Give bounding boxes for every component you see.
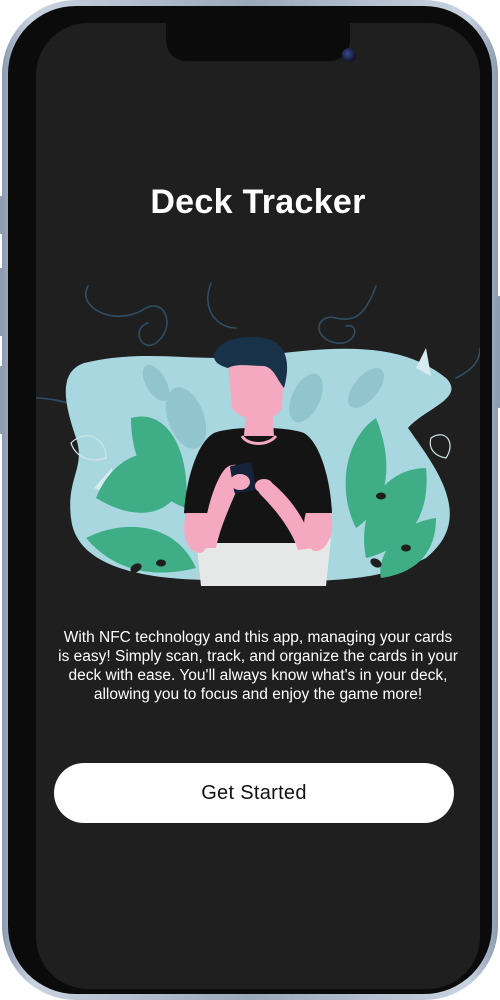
phone-bezel: Deck Tracker With NFC technology and thi…	[8, 6, 492, 994]
notch	[166, 23, 356, 62]
onboarding-description: With NFC technology and this app, managi…	[58, 629, 458, 703]
app-title: Deck Tracker	[150, 183, 366, 221]
volume-down-button	[0, 366, 4, 434]
front-camera-icon	[342, 48, 356, 62]
person-holding-card-illustration	[36, 282, 480, 586]
get-started-button[interactable]: Get Started	[54, 763, 454, 823]
action-button	[0, 196, 4, 234]
app-screen: Deck Tracker With NFC technology and thi…	[36, 23, 480, 989]
power-button	[496, 296, 500, 408]
phone-frame: Deck Tracker With NFC technology and thi…	[0, 0, 500, 1000]
volume-up-button	[0, 268, 4, 336]
